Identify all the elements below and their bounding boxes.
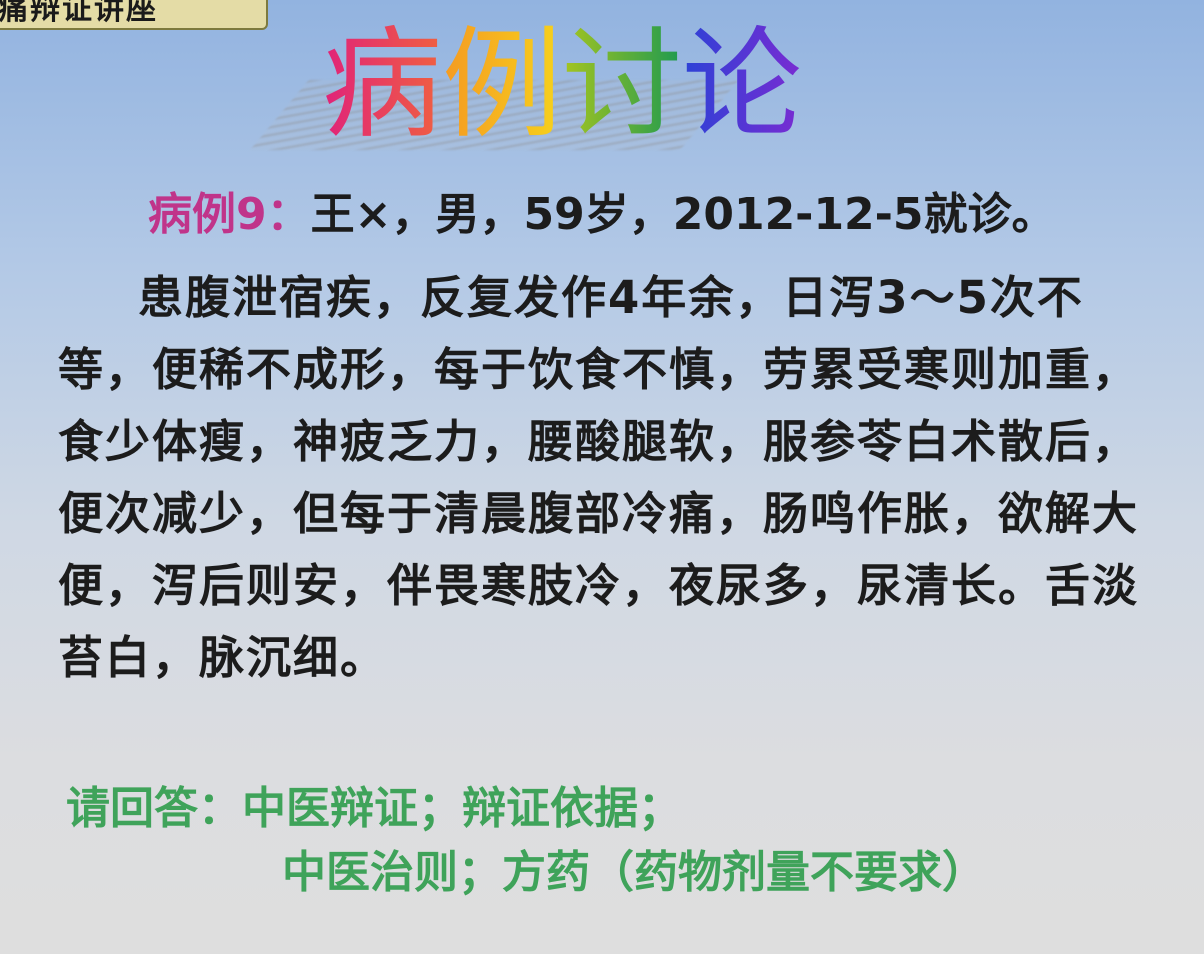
title-text: 病例讨论: [322, 16, 802, 156]
question-line-1: 请回答：中医辩证；辩证依据；: [66, 772, 682, 836]
title-char-4: 论: [682, 16, 802, 155]
title-char-1: 病: [322, 16, 442, 155]
case-info: 王×，男，59岁，2012-12-5就诊。: [310, 189, 1056, 240]
case-header: 病例9：王×，男，59岁，2012-12-5就诊。: [148, 178, 1056, 242]
lecture-title-label: 痛辩证讲座: [0, 0, 158, 27]
slide-title: 病例讨论: [250, 8, 900, 168]
question-text-2: 中医治则；方药（药物剂量不要求）: [282, 847, 986, 898]
question-line-2: 中医治则；方药（药物剂量不要求）: [282, 836, 986, 900]
title-char-3: 讨: [562, 16, 682, 155]
question-label: 请回答：: [66, 783, 242, 834]
title-char-2: 例: [442, 16, 562, 155]
case-description: 患腹泄宿疾，反复发作4年余，日泻3～5次不等，便稀不成形，每于饮食不慎，劳累受寒…: [58, 271, 1140, 684]
lecture-title-tab: 痛辩证讲座: [0, 0, 268, 30]
case-label: 病例9：: [148, 189, 311, 240]
question-text-1: 中医辩证；辩证依据；: [242, 783, 682, 834]
